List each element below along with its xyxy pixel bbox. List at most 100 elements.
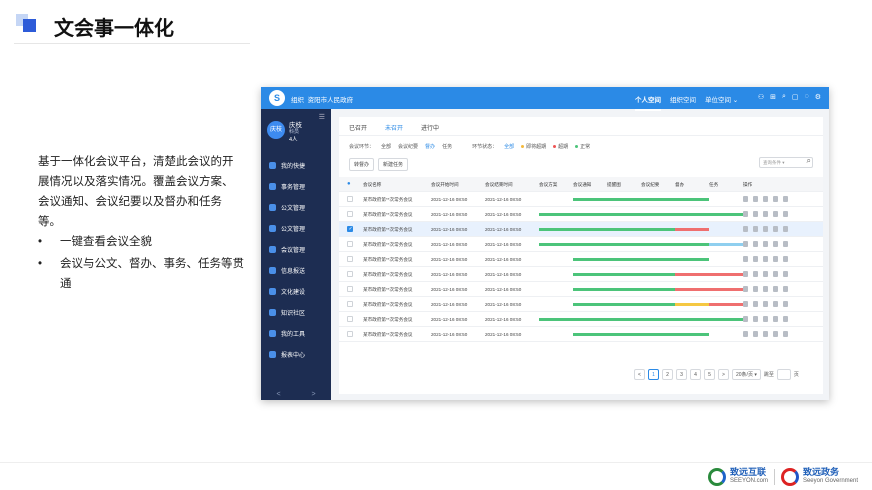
status-filter-option[interactable]: 超期: [553, 143, 568, 150]
edit-icon[interactable]: [763, 241, 768, 247]
export-icon[interactable]: [773, 286, 778, 292]
edit-icon[interactable]: [763, 256, 768, 262]
status-filter-option[interactable]: 正常: [575, 143, 590, 150]
copy-icon[interactable]: [743, 301, 748, 307]
goto-page-input[interactable]: [776, 369, 791, 380]
row-checkbox[interactable]: [347, 331, 353, 337]
row-checkbox[interactable]: [347, 256, 353, 262]
delete-icon[interactable]: [783, 226, 788, 232]
meeting-name[interactable]: 某市政府第**次常务会议: [363, 297, 413, 312]
next-page-button[interactable]: >: [718, 369, 729, 380]
doc-icon[interactable]: [753, 211, 758, 217]
table-row[interactable]: 某市政府第**次常务会议 2021-12-16 08:50 2021-12-16 0…: [339, 282, 823, 297]
page-button[interactable]: 2: [662, 369, 673, 380]
copy-icon[interactable]: [743, 271, 748, 277]
sidebar-item[interactable]: 文化建设: [261, 281, 331, 301]
page-size-select[interactable]: 20条/页 ▾: [732, 369, 761, 380]
stage-filter-option[interactable]: 会议纪要: [398, 143, 418, 150]
page-button[interactable]: 3: [676, 369, 687, 380]
stage-filter-option[interactable]: 督办: [425, 143, 435, 150]
row-checkbox[interactable]: [347, 226, 353, 232]
doc-icon[interactable]: [753, 301, 758, 307]
sidebar-item[interactable]: 知识社区: [261, 302, 331, 322]
export-icon[interactable]: [773, 241, 778, 247]
doc-icon[interactable]: [753, 271, 758, 277]
tab-personal-space[interactable]: 个人空间: [635, 94, 661, 111]
doc-icon[interactable]: [753, 256, 758, 262]
edit-icon[interactable]: [763, 301, 768, 307]
message-icon[interactable]: ▢: [792, 93, 799, 101]
copy-icon[interactable]: [743, 241, 748, 247]
copy-icon[interactable]: [743, 286, 748, 292]
edit-icon[interactable]: [763, 331, 768, 337]
sidebar-item[interactable]: 公文管理: [261, 197, 331, 217]
prev-page-button[interactable]: <: [634, 369, 645, 380]
meeting-name[interactable]: 某市政府第**次常务会议: [363, 252, 413, 267]
page-button[interactable]: 1: [648, 369, 659, 380]
export-icon[interactable]: [773, 271, 778, 277]
sidebar-item[interactable]: 会议管理: [261, 239, 331, 259]
doc-icon[interactable]: [753, 316, 758, 322]
export-icon[interactable]: [773, 196, 778, 202]
select-all-radio-icon[interactable]: ●: [347, 177, 351, 192]
edit-icon[interactable]: [763, 196, 768, 202]
copy-icon[interactable]: [743, 196, 748, 202]
user-group-icon[interactable]: ⚇: [758, 93, 764, 101]
stage-filter-option[interactable]: 全部: [381, 143, 391, 150]
tab-org-space[interactable]: 组织空间: [670, 94, 696, 104]
settings-icon[interactable]: ⚙: [815, 93, 821, 101]
table-row[interactable]: 某市政府第**次常务会议 2021-12-16 08:50 2021-12-16 0…: [339, 222, 823, 237]
table-row[interactable]: 某市政府第**次常务会议 2021-12-16 08:50 2021-12-16 0…: [339, 192, 823, 207]
avatar[interactable]: 庆枝: [267, 121, 285, 139]
row-checkbox[interactable]: [347, 286, 353, 292]
table-row[interactable]: 某市政府第**次常务会议 2021-12-16 08:50 2021-12-16 0…: [339, 237, 823, 252]
delete-icon[interactable]: [783, 196, 788, 202]
table-row[interactable]: 某市政府第**次常务会议 2021-12-16 08:50 2021-12-16 0…: [339, 267, 823, 282]
sidebar-item[interactable]: 公文管理: [261, 218, 331, 238]
doc-icon[interactable]: [753, 196, 758, 202]
meeting-name[interactable]: 某市政府第**次常务会议: [363, 312, 413, 327]
search-input[interactable]: 查询条件 ▾: [759, 157, 813, 168]
export-icon[interactable]: [773, 331, 778, 337]
edit-icon[interactable]: [763, 226, 768, 232]
delete-icon[interactable]: [783, 211, 788, 217]
meeting-name[interactable]: 某市政府第**次常务会议: [363, 222, 413, 237]
delete-icon[interactable]: [783, 271, 788, 277]
row-checkbox[interactable]: [347, 241, 353, 247]
export-icon[interactable]: [773, 256, 778, 262]
doc-icon[interactable]: [753, 226, 758, 232]
chevron-down-icon[interactable]: ▾: [782, 160, 784, 165]
doc-icon[interactable]: [753, 241, 758, 247]
sidebar-item[interactable]: 报表中心: [261, 344, 331, 364]
tab-unit-space[interactable]: 单位空间 ⌄: [705, 94, 738, 104]
copy-icon[interactable]: [743, 316, 748, 322]
status-filter-option[interactable]: 全部: [504, 143, 514, 150]
table-row[interactable]: 某市政府第**次常务会议 2021-12-16 08:50 2021-12-16 0…: [339, 207, 823, 222]
row-checkbox[interactable]: [347, 271, 353, 277]
collapse-icon[interactable]: ☰: [319, 113, 325, 121]
meeting-name[interactable]: 某市政府第**次常务会议: [363, 192, 413, 207]
edit-icon[interactable]: [763, 286, 768, 292]
sidebar-item[interactable]: 我的快捷: [261, 155, 331, 175]
delete-icon[interactable]: [783, 256, 788, 262]
copy-icon[interactable]: [743, 226, 748, 232]
meeting-name[interactable]: 某市政府第**次常务会议: [363, 237, 413, 252]
doc-icon[interactable]: [753, 331, 758, 337]
export-icon[interactable]: [773, 211, 778, 217]
chat-icon[interactable]: ◌: [805, 93, 809, 101]
export-icon[interactable]: [773, 226, 778, 232]
row-checkbox[interactable]: [347, 211, 353, 217]
table-row[interactable]: 某市政府第**次常务会议 2021-12-16 08:50 2021-12-16 0…: [339, 312, 823, 327]
export-icon[interactable]: [773, 301, 778, 307]
table-row[interactable]: 某市政府第**次常务会议 2021-12-16 08:50 2021-12-16 0…: [339, 252, 823, 267]
page-button[interactable]: 4: [690, 369, 701, 380]
table-row[interactable]: 某市政府第**次常务会议 2021-12-16 08:50 2021-12-16 0…: [339, 327, 823, 342]
export-icon[interactable]: [773, 316, 778, 322]
edit-icon[interactable]: [763, 316, 768, 322]
copy-icon[interactable]: [743, 211, 748, 217]
delete-icon[interactable]: [783, 316, 788, 322]
sidebar-item[interactable]: 我的工具: [261, 323, 331, 343]
sidebar-prev-icon[interactable]: <: [276, 391, 280, 398]
delete-icon[interactable]: [783, 241, 788, 247]
new-task-button[interactable]: 新建任务: [378, 158, 409, 171]
